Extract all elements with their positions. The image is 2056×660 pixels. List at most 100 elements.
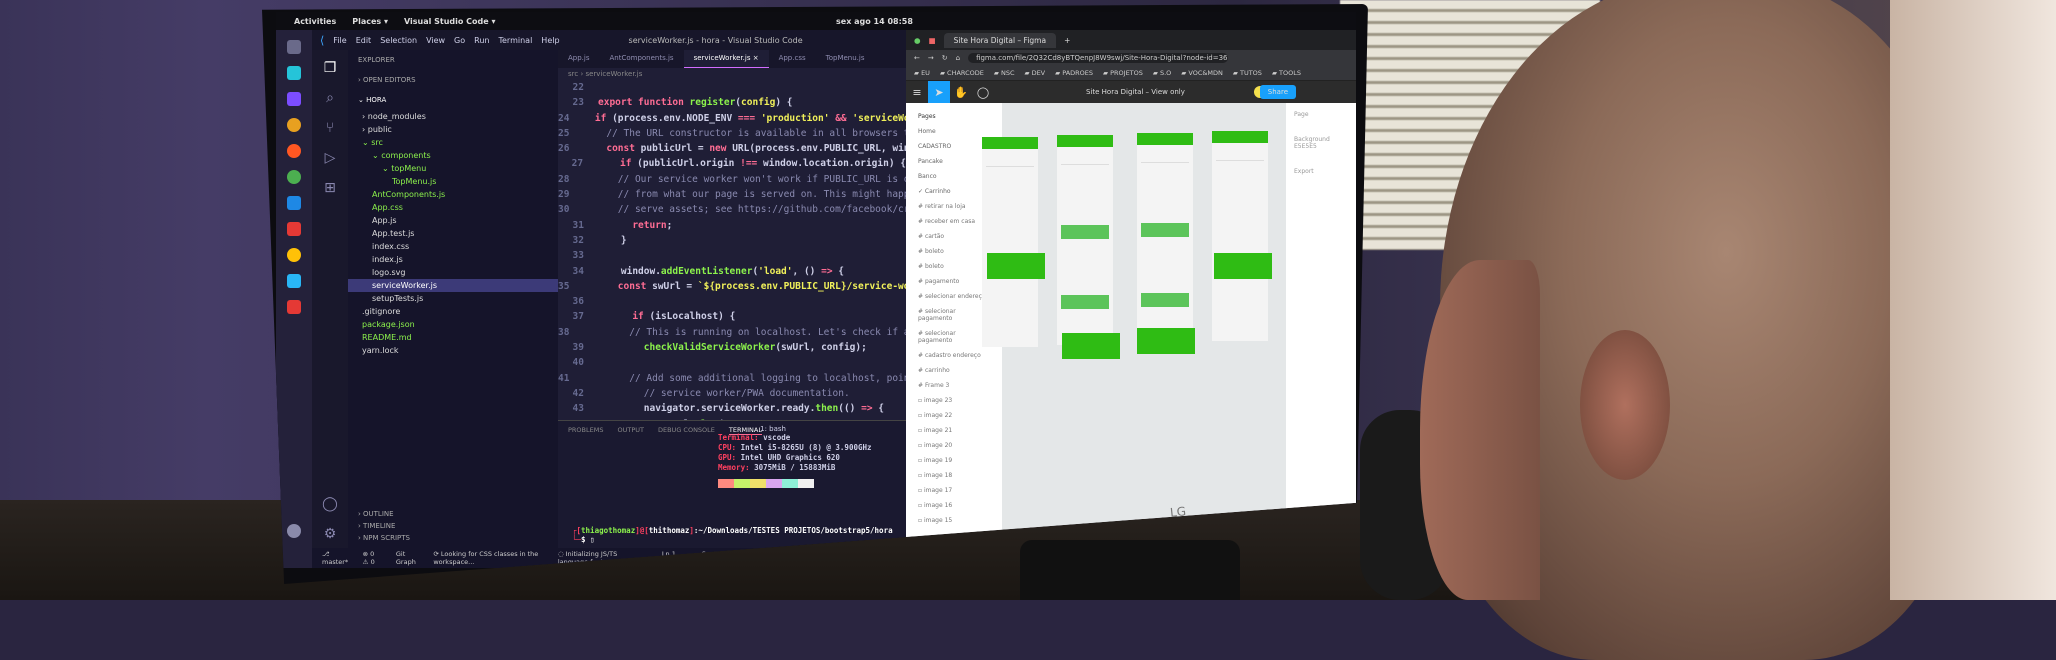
status-item[interactable]: ⊗ 0 ⚠ 0 xyxy=(363,550,382,566)
terminal-prompt[interactable]: ┌[thiagothomaz]@[thithomaz]:~/Downloads/… xyxy=(572,526,893,544)
explorer-icon[interactable]: ❐ xyxy=(324,60,337,76)
comment-tool-icon[interactable]: ◯ xyxy=(972,81,994,103)
file-tree-item[interactable]: package.json xyxy=(348,318,558,331)
status-item[interactable]: Git Graph xyxy=(396,550,419,566)
bookmark-folder[interactable]: ▰ DEV xyxy=(1024,69,1045,77)
layer-item[interactable]: ▫ image 20 xyxy=(912,438,996,453)
layer-item[interactable]: ▫ image 15 xyxy=(912,513,996,528)
bookmark-folder[interactable]: ▰ VOC&MDN xyxy=(1181,69,1223,77)
file-tree-item[interactable]: › public xyxy=(348,123,558,136)
app-icon[interactable] xyxy=(287,222,301,236)
bookmark-folder[interactable]: ▰ CHARCODE xyxy=(940,69,984,77)
editor-tab[interactable]: App.css xyxy=(769,50,816,68)
layer-item[interactable]: ▫ image 22 xyxy=(912,408,996,423)
new-tab-button[interactable]: + xyxy=(1064,36,1070,45)
breadcrumb[interactable]: src › serviceWorker.js xyxy=(558,68,906,80)
file-tree-item[interactable]: index.js xyxy=(348,253,558,266)
account-icon[interactable]: ◯ xyxy=(322,496,338,512)
design-frame[interactable] xyxy=(982,137,1038,347)
project-root[interactable]: ⌄ HORA xyxy=(348,90,558,110)
file-tree-item[interactable]: App.test.js xyxy=(348,227,558,240)
file-tree-item[interactable]: index.css xyxy=(348,240,558,253)
file-tree-item[interactable]: yarn.lock xyxy=(348,344,558,357)
back-icon[interactable]: ← xyxy=(914,54,920,62)
search-icon[interactable]: ⌕ xyxy=(326,90,334,106)
sidebar-section[interactable]: › TIMELINE xyxy=(358,520,410,532)
menu-icon[interactable]: ≡ xyxy=(906,81,928,103)
file-tree-item[interactable]: App.css xyxy=(348,201,558,214)
show-apps-icon[interactable] xyxy=(287,524,301,538)
file-tree-item[interactable]: setupTests.js xyxy=(348,292,558,305)
layer-item[interactable]: # Frame 3 xyxy=(912,378,996,393)
panel-tab-output[interactable]: OUTPUT xyxy=(617,426,644,435)
open-editors-section[interactable]: › OPEN EDITORS xyxy=(348,70,558,90)
file-tree-item[interactable]: serviceWorker.js xyxy=(348,279,558,292)
design-frame[interactable] xyxy=(1212,131,1268,341)
design-frame[interactable] xyxy=(1057,135,1113,345)
menu-item-run[interactable]: Run xyxy=(474,36,489,45)
app-icon[interactable] xyxy=(287,40,301,54)
forward-icon[interactable]: → xyxy=(928,54,934,62)
hand-tool-icon[interactable]: ✋ xyxy=(950,81,972,103)
app-icon[interactable] xyxy=(287,300,301,314)
file-tree-item[interactable]: logo.svg xyxy=(348,266,558,279)
figma-canvas[interactable] xyxy=(982,103,1286,568)
layer-item[interactable]: # cadastro endereço xyxy=(912,348,996,363)
file-tree-item[interactable]: › node_modules xyxy=(348,110,558,123)
app-icon[interactable] xyxy=(287,170,301,184)
editor-tab[interactable]: serviceWorker.js × xyxy=(683,50,769,68)
app-icon[interactable] xyxy=(287,274,301,288)
bookmark-folder[interactable]: ▰ PROJETOS xyxy=(1103,69,1143,77)
menu-item-terminal[interactable]: Terminal xyxy=(498,36,532,45)
file-tree-item[interactable]: README.md xyxy=(348,331,558,344)
menu-item-view[interactable]: View xyxy=(426,36,445,45)
sidebar-section[interactable]: › OUTLINE xyxy=(358,508,410,520)
settings-gear-icon[interactable]: ⚙ xyxy=(324,526,337,542)
layer-item[interactable]: ▫ image 16 xyxy=(912,498,996,513)
status-item[interactable]: ⟳ Looking for CSS classes in the workspa… xyxy=(433,550,544,566)
editor-tab[interactable]: App.js xyxy=(558,50,600,68)
browser-tab-figma[interactable]: Site Hora Digital – Figma xyxy=(943,32,1057,48)
share-button[interactable]: Share xyxy=(1259,85,1296,99)
menu-item-file[interactable]: File xyxy=(333,36,346,45)
bookmark-folder[interactable]: ▰ EU xyxy=(914,69,930,77)
file-tree-item[interactable]: ⌄ src xyxy=(348,136,558,149)
file-tree-item[interactable]: ⌄ topMenu xyxy=(348,162,558,175)
layer-item[interactable]: ▫ image 23 xyxy=(912,393,996,408)
design-frame[interactable] xyxy=(1137,133,1193,343)
file-tree-item[interactable]: ⌄ components xyxy=(348,149,558,162)
app-icon[interactable] xyxy=(287,248,301,262)
whatsapp-tab-icon[interactable]: ● xyxy=(914,36,921,45)
menu-item-go[interactable]: Go xyxy=(454,36,465,45)
layer-item[interactable]: ▫ image 21 xyxy=(912,423,996,438)
run-debug-icon[interactable]: ▷ xyxy=(325,150,336,166)
bookmark-folder[interactable]: ▰ S.O xyxy=(1153,69,1171,77)
menu-item-help[interactable]: Help xyxy=(541,36,559,45)
editor-tab[interactable]: TopMenu.js xyxy=(816,50,875,68)
editor-tab[interactable]: AntComponents.js xyxy=(600,50,684,68)
app-tab-icon[interactable]: ■ xyxy=(929,36,936,45)
move-tool-icon[interactable]: ➤ xyxy=(928,81,950,103)
status-item[interactable]: ⎇ master* xyxy=(322,550,349,566)
layer-item[interactable]: ▫ image 18 xyxy=(912,468,996,483)
reload-icon[interactable]: ↻ xyxy=(942,54,948,62)
bookmark-folder[interactable]: ▰ PADROES xyxy=(1055,69,1093,77)
app-icon[interactable] xyxy=(287,66,301,80)
layer-item[interactable]: # carrinho xyxy=(912,363,996,378)
panel-tab-debug-console[interactable]: DEBUG CONSOLE xyxy=(658,426,715,435)
file-tree-item[interactable]: AntComponents.js xyxy=(348,188,558,201)
vscode-icon[interactable] xyxy=(287,196,301,210)
source-control-icon[interactable]: ⑂ xyxy=(326,120,334,136)
bookmark-folder[interactable]: ▰ NSC xyxy=(994,69,1015,77)
file-tree-item[interactable]: App.js xyxy=(348,214,558,227)
sidebar-section[interactable]: › NPM SCRIPTS xyxy=(358,532,410,544)
activities-button[interactable]: Activities xyxy=(294,17,336,26)
clock[interactable]: sex ago 14 08:58 xyxy=(836,17,913,26)
file-tree-item[interactable]: .gitignore xyxy=(348,305,558,318)
extensions-icon[interactable]: ⊞ xyxy=(324,180,336,196)
home-icon[interactable]: ⌂ xyxy=(956,54,960,62)
app-icon[interactable] xyxy=(287,144,301,158)
app-icon[interactable] xyxy=(287,92,301,106)
bookmark-folder[interactable]: ▰ TOOLS xyxy=(1272,69,1301,77)
chrome-icon[interactable] xyxy=(287,118,301,132)
